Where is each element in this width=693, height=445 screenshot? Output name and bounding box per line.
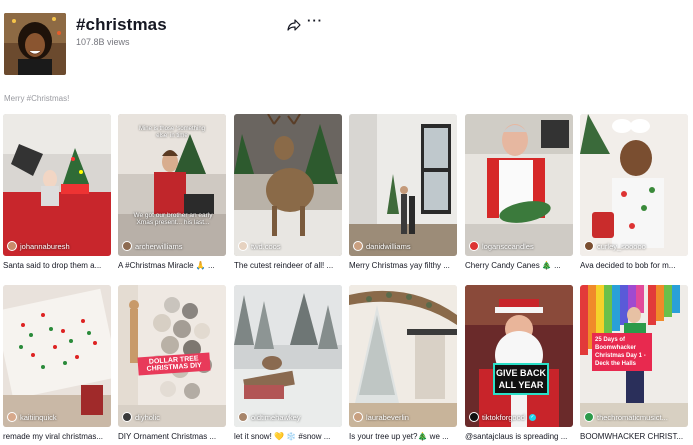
video-thumbnail[interactable]: GIVE BACK ALL YEAR tiktokforgood ✓ xyxy=(465,285,573,427)
video-thumbnail[interactable]: danidwilliams xyxy=(349,114,457,256)
video-thumbnail[interactable]: 25 Days of Boomwhacker Christmas Day 1 -… xyxy=(580,285,688,427)
video-caption[interactable]: The cutest reindeer of all! ... xyxy=(234,261,342,270)
author-avatar xyxy=(469,412,479,422)
author-avatar xyxy=(122,412,132,422)
author-avatar xyxy=(122,241,132,251)
hashtag-description: Merry #Christmas! xyxy=(4,94,70,103)
video-card[interactable]: kaitiinquick remade my viral christmas..… xyxy=(3,285,111,441)
video-caption[interactable]: Is your tree up yet?🎄 we ... xyxy=(349,432,457,441)
video-card[interactable]: oldtimehawkey let it snow! 💛 ❄️ #snow ..… xyxy=(234,285,342,441)
author-name: tiktokforgood xyxy=(482,412,525,422)
author-avatar xyxy=(353,412,363,422)
video-caption[interactable]: @santajclaus is spreading ... xyxy=(465,432,573,441)
video-overlay-banner: 25 Days of Boomwhacker Christmas Day 1 -… xyxy=(592,333,652,371)
video-caption[interactable]: remade my viral christmas... xyxy=(3,432,111,441)
author-avatar xyxy=(238,412,248,422)
video-thumbnail[interactable]: oldtimehawkey xyxy=(234,285,342,427)
author-name: johannaburesh xyxy=(20,241,70,251)
video-thumbnail[interactable]: twd.coos xyxy=(234,114,342,256)
author-avatar xyxy=(584,412,594,422)
video-thumbnail[interactable]: logansccandles xyxy=(465,114,573,256)
video-caption[interactable]: DIY Ornament Christmas ... xyxy=(118,432,226,441)
video-overlay-text: We got our brother an early Xmas present… xyxy=(133,212,213,226)
video-caption[interactable]: Cherry Candy Canes 🎄 ... xyxy=(465,261,573,270)
author-name: oldtimehawkey xyxy=(251,412,301,422)
video-thumbnail[interactable]: DOLLAR TREE CHRISTMAS DIY diyholic xyxy=(118,285,226,427)
author-name: curley_sooooo xyxy=(597,241,646,251)
hashtag-header: #christmas 107.8B views ··· xyxy=(4,13,689,79)
video-caption[interactable]: Merry Christmas yay filthy ... xyxy=(349,261,457,270)
video-card[interactable]: Mine is those ‘something else’ in time W… xyxy=(118,114,226,270)
video-card[interactable]: twd.coos The cutest reindeer of all! ... xyxy=(234,114,342,270)
author-name: danidwilliams xyxy=(366,241,411,251)
video-card[interactable]: curley_sooooo Ava decided to bob for m..… xyxy=(580,114,688,270)
video-caption[interactable]: BOOMWHACKER CHRIST... xyxy=(580,432,688,441)
author-avatar xyxy=(469,241,479,251)
author-name: diyholic xyxy=(135,412,161,422)
video-card[interactable]: 25 Days of Boomwhacker Christmas Day 1 -… xyxy=(580,285,688,441)
author-name: logansccandles xyxy=(482,241,534,251)
view-count: 107.8B views xyxy=(76,37,130,47)
more-options-icon[interactable]: ··· xyxy=(307,14,323,30)
video-overlay-banner: GIVE BACK ALL YEAR xyxy=(493,363,549,395)
author-avatar xyxy=(7,241,17,251)
video-card[interactable]: danidwilliams Merry Christmas yay filthy… xyxy=(349,114,457,270)
video-thumbnail[interactable]: johannaburesh xyxy=(3,114,111,256)
author-avatar xyxy=(584,241,594,251)
author-avatar xyxy=(7,412,17,422)
author-name: kaitiinquick xyxy=(20,412,57,422)
hashtag-cover-image xyxy=(4,13,66,75)
author-avatar xyxy=(353,241,363,251)
video-card[interactable]: johannaburesh Santa said to drop them a.… xyxy=(3,114,111,270)
video-thumbnail[interactable]: curley_sooooo xyxy=(580,114,688,256)
video-caption[interactable]: Santa said to drop them a... xyxy=(3,261,111,270)
author-name: thechromaticmusict... xyxy=(597,412,668,422)
video-caption[interactable]: let it snow! 💛 ❄️ #snow ... xyxy=(234,432,342,441)
video-overlay-text: Mine is those ‘something else’ in time xyxy=(138,126,206,139)
author-avatar xyxy=(238,241,248,251)
video-caption[interactable]: Ava decided to bob for m... xyxy=(580,261,688,270)
author-name: archerwilliams xyxy=(135,241,183,251)
video-thumbnail[interactable]: laurabeverlin xyxy=(349,285,457,427)
verified-badge-icon: ✓ xyxy=(528,413,536,421)
hashtag-title: #christmas xyxy=(76,15,167,34)
video-thumbnail[interactable]: Mine is those ‘something else’ in time W… xyxy=(118,114,226,256)
video-card[interactable]: DOLLAR TREE CHRISTMAS DIY diyholic DIY O… xyxy=(118,285,226,441)
video-caption[interactable]: A #Christmas Miracle 🙏 ... xyxy=(118,261,226,270)
video-card[interactable]: laurabeverlin Is your tree up yet?🎄 we .… xyxy=(349,285,457,441)
video-card[interactable]: logansccandles Cherry Candy Canes 🎄 ... xyxy=(465,114,573,270)
share-icon[interactable] xyxy=(287,18,301,32)
author-name: laurabeverlin xyxy=(366,412,409,422)
video-thumbnail[interactable]: kaitiinquick xyxy=(3,285,111,427)
author-name: twd.coos xyxy=(251,241,281,251)
video-card[interactable]: GIVE BACK ALL YEAR tiktokforgood ✓ @sant… xyxy=(465,285,573,441)
